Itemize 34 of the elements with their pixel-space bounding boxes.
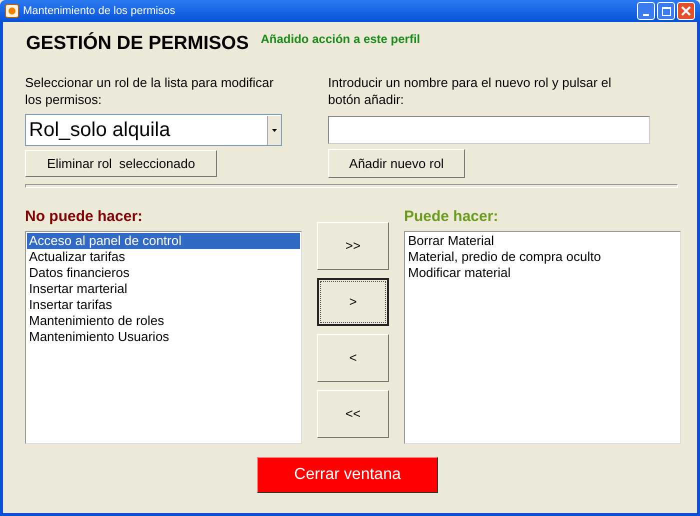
list-item[interactable]: Insertar tarifas — [27, 297, 300, 313]
list-heading: Puede hacer: — [404, 208, 500, 226]
list-item[interactable]: Material, predio de compra oculto — [406, 249, 679, 265]
list-item[interactable]: Mantenimiento de roles — [27, 313, 300, 329]
list-item[interactable]: Acceso al panel de control — [27, 233, 300, 249]
role-select[interactable]: Rol_solo alquila — [25, 114, 282, 146]
close-icon — [681, 6, 691, 16]
allowed-list[interactable]: Borrar Material Material, predio de compra oculto Modificar material — [404, 231, 681, 444]
list-item[interactable]: Mantenimiento Usuarios — [27, 329, 300, 345]
list-item[interactable]: Insertar marterial — [27, 281, 300, 297]
heading: GESTIÓN DE PERMISOS — [26, 32, 249, 56]
app-icon — [5, 4, 19, 18]
list-item[interactable]: Modificar material — [406, 265, 679, 281]
maximize-button[interactable] — [657, 2, 675, 20]
add-role-button[interactable]: Añadir nuevo rol — [328, 149, 465, 178]
delete-role-button[interactable]: Eliminar rol seleccionado — [25, 150, 217, 177]
new-role-label: Introducir un nombre para el nuevo rol y pulsar el botón añadir: — [328, 74, 612, 109]
new-role-field[interactable] — [328, 116, 650, 144]
move-button[interactable]: > — [317, 278, 389, 326]
list-item[interactable]: Borrar Material — [406, 233, 679, 249]
list-item[interactable]: Actualizar tarifas — [27, 249, 300, 265]
status-message: Añadido acción a este perfil — [260, 32, 420, 46]
role-select-label: Seleccionar un rol de la lista para modificar los permisos: — [25, 74, 275, 109]
list-item[interactable]: Datos financieros — [27, 265, 300, 281]
move-button[interactable]: < — [317, 334, 389, 382]
move-button[interactable]: >> — [317, 222, 389, 270]
close-window-button[interactable]: Cerrar ventana — [257, 457, 438, 493]
denied-list[interactable]: Acceso al panel de control Actualizar tarifas Datos financieros Insertar marterial Insertar tarifas Mantenimiento de roles Mantenimiento Usuarios — [25, 231, 302, 444]
list-heading: No puede hacer: — [25, 208, 144, 226]
move-button[interactable]: << — [317, 390, 389, 438]
minimize-button[interactable] — [637, 2, 655, 20]
window-title: Mantenimiento de los permisos — [23, 4, 176, 19]
close-button[interactable] — [677, 2, 695, 20]
caret-icon — [272, 128, 277, 132]
